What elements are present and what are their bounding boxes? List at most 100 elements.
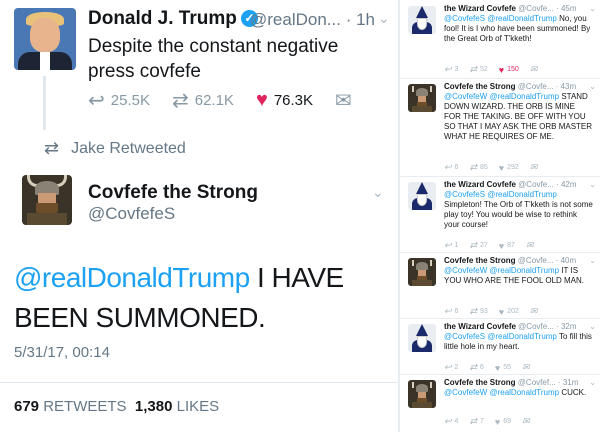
dm-button[interactable]: ✉ [522, 362, 533, 373]
like-button[interactable]: ♥ 55 [495, 363, 511, 373]
retweet-button[interactable]: ⇄ 62.1K [172, 88, 234, 113]
trump-avatar[interactable] [14, 8, 76, 70]
tweet1-author-name[interactable]: Donald J. Trump ✓ [88, 8, 258, 30]
covfefe-strong-avatar[interactable] [408, 380, 436, 408]
dm-button[interactable]: ✉ [530, 162, 541, 173]
thread-tweet[interactable]: Covfefe the Strong @Covfe... · 40m ⌄ @Co… [400, 256, 600, 318]
reply-count: 2 [454, 364, 459, 371]
author-name[interactable]: Covfefe the Strong [444, 378, 516, 387]
mentions[interactable]: @CovfefeW @realDonaldTrump [444, 388, 559, 397]
retweet-total[interactable]: 679 [14, 398, 39, 415]
like-total-label: LIKES [176, 398, 220, 415]
dm-button[interactable]: ✉ [522, 416, 533, 427]
tweet2-handle[interactable]: @CovfefeS [88, 204, 175, 224]
reply-button[interactable]: ↩ 6 [444, 162, 458, 173]
dm-button[interactable]: ✉ [530, 64, 541, 75]
retweet-icon: ⇄ [44, 138, 60, 158]
dm-button[interactable]: ✉ [530, 306, 541, 317]
tweet1-handle[interactable]: @realDon... · 1h [250, 10, 375, 30]
author-name[interactable]: Covfefe the Strong [444, 256, 516, 265]
reply-button[interactable]: ↩ 25.5K [88, 88, 150, 113]
retweet-button[interactable]: ⇄ 52 [469, 64, 487, 75]
like-button[interactable]: ♥ 202 [499, 307, 519, 317]
wizard-avatar[interactable] [408, 182, 436, 210]
like-button[interactable]: ♥ 150 [499, 65, 519, 75]
tweet-text: @CovfefeW @realDonaldTrump CUCK. [444, 388, 594, 398]
chevron-down-icon[interactable]: ⌄ [589, 4, 596, 13]
mentions[interactable]: @CovfefeW @realDonaldTrump [444, 92, 559, 101]
covfefe-strong-avatar[interactable] [408, 258, 436, 286]
mentions[interactable]: @CovfefeS @realDonaldTrump [444, 332, 557, 341]
mentions[interactable]: @CovfefeW @realDonaldTrump [444, 266, 559, 275]
reply-count: 1 [454, 242, 459, 249]
reply-button[interactable]: ↩ 1 [444, 240, 458, 251]
covfefe-strong-avatar[interactable] [22, 175, 72, 225]
retweet-button[interactable]: ⇄ 93 [469, 306, 487, 317]
mention-link[interactable]: @realDonaldTrump [14, 262, 250, 293]
thread-tweet[interactable]: Covfefe the Strong @Covfe... · 43m ⌄ @Co… [400, 82, 600, 176]
mentions[interactable]: @CovfefeS @realDonaldTrump [444, 190, 557, 199]
author-name[interactable]: the Wizard Covfefe [444, 180, 516, 189]
thread-tweet[interactable]: Covfefe the Strong @Covfef... · 31m ⌄ @C… [400, 378, 600, 430]
dm-button[interactable]: ✉ [335, 88, 358, 113]
tweet1-actions: ↩ 25.5K ⇄ 62.1K ♥ 76.3K ✉ [88, 88, 380, 113]
retweet-count: 7 [480, 418, 484, 425]
wizard-avatar[interactable] [408, 324, 436, 352]
tweet-text: @CovfefeW @realDonaldTrump STAND DOWN WI… [444, 92, 594, 142]
like-total[interactable]: 1,380 [135, 398, 173, 415]
tweet-text: @CovfefeS @realDonaldTrump To fill this … [444, 332, 594, 352]
envelope-icon: ✉ [522, 362, 530, 372]
like-button[interactable]: ♥ 76.3K [256, 89, 313, 112]
mentions[interactable]: @CovfefeS @realDonaldTrump [444, 14, 557, 23]
thread-tweet[interactable]: the Wizard Covfefe @Covfe... · 45m ⌄ @Co… [400, 4, 600, 76]
tweet2-author-name[interactable]: Covfefe the Strong [88, 182, 258, 204]
dm-button[interactable]: ✉ [526, 240, 537, 251]
heart-icon: ♥ [498, 64, 505, 75]
retweet-icon: ⇄ [469, 416, 477, 426]
covfefe-strong-avatar[interactable] [408, 84, 436, 112]
tweet-header: the Wizard Covfefe @Covfe... · 45m [444, 4, 600, 14]
author-name[interactable]: Donald J. Trump [88, 8, 237, 29]
chevron-down-icon[interactable]: ⌄ [589, 322, 596, 331]
retweeted-notice[interactable]: ⇄ Jake Retweeted [44, 138, 186, 159]
thread-tweet[interactable]: the Wizard Covfefe @Covfe... · 32m ⌄ @Co… [400, 322, 600, 373]
tweet-actions: ↩ 6 ⇄ 93 ♥ 202 ✉ [444, 306, 551, 317]
like-count: 55 [503, 364, 512, 371]
like-button[interactable]: ♥ 292 [499, 163, 519, 173]
retweet-count: 85 [480, 164, 488, 171]
chevron-down-icon[interactable]: ⌄ [589, 180, 596, 189]
tweet-body: CUCK. [559, 388, 587, 397]
thread-line [43, 76, 46, 130]
author-name[interactable]: the Wizard Covfefe [444, 322, 516, 331]
retweet-button[interactable]: ⇄ 27 [469, 240, 487, 251]
chevron-down-icon[interactable]: ⌄ [589, 378, 596, 387]
like-button[interactable]: ♥ 87 [499, 241, 515, 251]
like-count: 150 [507, 66, 519, 73]
retweet-button[interactable]: ⇄ 7 [469, 416, 483, 427]
like-count: 87 [507, 242, 515, 249]
like-button[interactable]: ♥ 69 [495, 417, 511, 427]
chevron-down-icon[interactable]: ⌄ [589, 256, 596, 265]
author-name[interactable]: the Wizard Covfefe [444, 4, 516, 13]
tweet-time: · 1h [345, 10, 375, 29]
tweet-meta: @Covfe... · 42m [518, 180, 577, 189]
author-name[interactable]: Covfefe the Strong [444, 82, 516, 91]
retweet-button[interactable]: ⇄ 85 [469, 162, 487, 173]
reply-button[interactable]: ↩ 3 [444, 64, 458, 75]
chevron-down-icon[interactable]: ⌄ [378, 10, 390, 27]
chevron-down-icon[interactable]: ⌄ [372, 184, 384, 201]
reply-button[interactable]: ↩ 2 [444, 362, 458, 373]
reply-icon: ↩ [444, 240, 452, 250]
reply-button[interactable]: ↩ 6 [444, 306, 458, 317]
heart-icon: ♥ [494, 416, 501, 427]
thread-tweet[interactable]: the Wizard Covfefe @Covfe... · 42m ⌄ @Co… [400, 180, 600, 252]
wizard-avatar[interactable] [408, 6, 436, 34]
tweet-actions: ↩ 2 ⇄ 6 ♥ 55 ✉ [444, 362, 544, 373]
reply-button[interactable]: ↩ 4 [444, 416, 458, 427]
tweet-header: Covfefe the Strong @Covfe... · 40m [444, 256, 600, 266]
heart-icon: ♥ [494, 362, 501, 373]
retweet-button[interactable]: ⇄ 6 [469, 362, 483, 373]
tweet-date[interactable]: 5/31/17, 00:14 [14, 344, 110, 361]
chevron-down-icon[interactable]: ⌄ [589, 82, 596, 91]
tweet-header: Covfefe the Strong @Covfe... · 43m [444, 82, 600, 92]
